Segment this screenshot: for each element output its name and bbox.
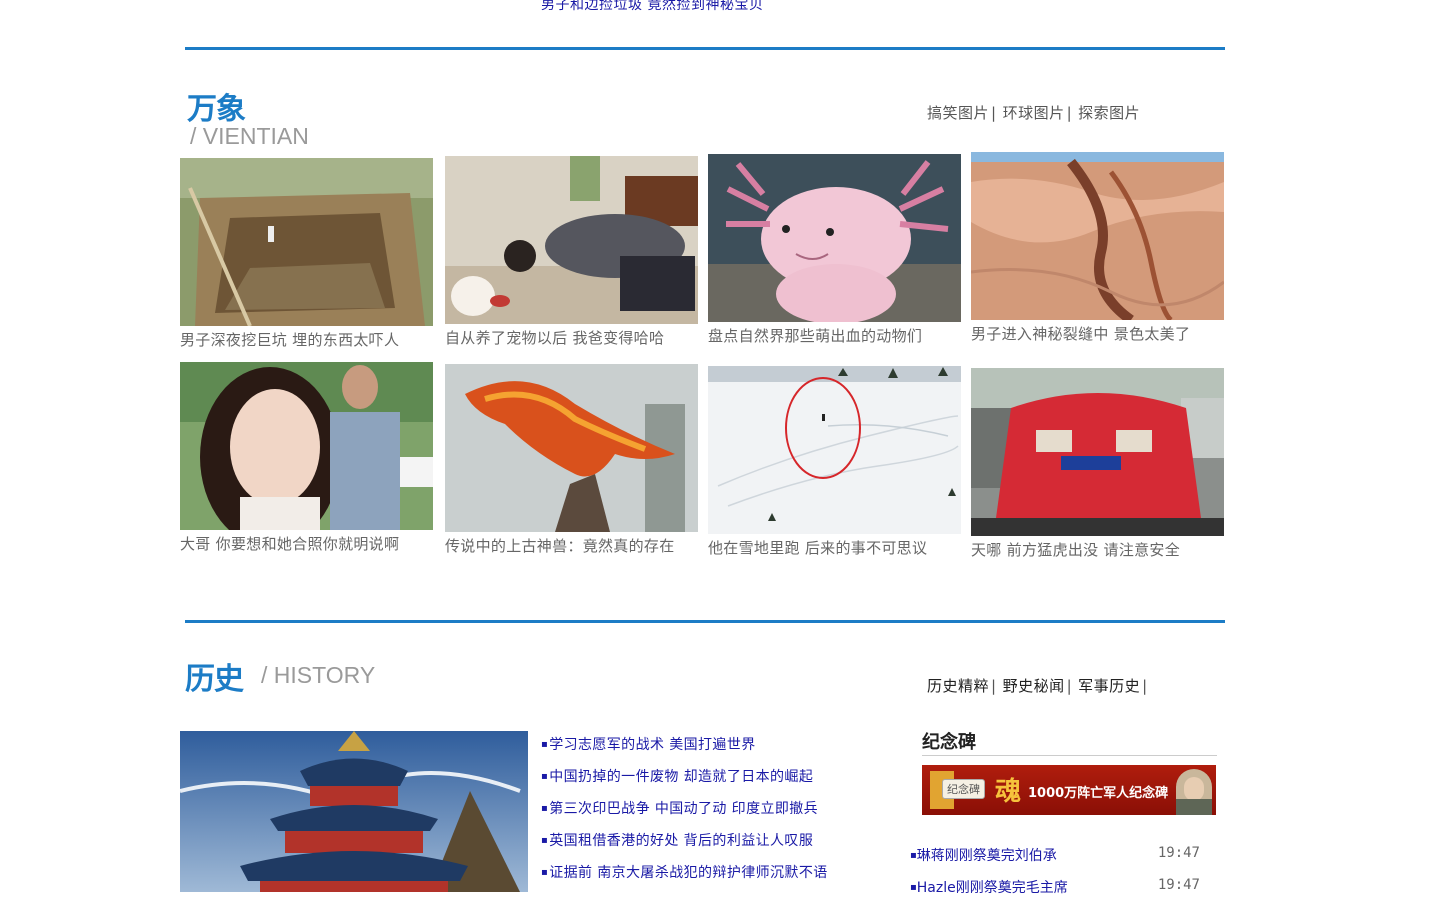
list-item[interactable]: ▪学习志愿军的战术 美国打遍世界 [541,733,828,765]
memorial-divider [922,755,1217,756]
caption-man-puppy[interactable]: 自从养了宠物以后 我爸变得哈哈 [445,327,664,348]
caption-snow[interactable]: 他在雪地里跑 后来的事不可思议 [708,537,927,558]
link-funny-pictures[interactable]: 搞笑图片 [927,104,989,122]
caption-dirt-pit[interactable]: 男子深夜挖巨坑 埋的东西太吓人 [180,329,399,350]
link-world-pictures[interactable]: 环球图片 [1003,104,1065,122]
red-car-photo[interactable] [971,368,1224,536]
link-history-essence[interactable]: 历史精粹 [927,677,989,695]
link-military-history[interactable]: 军事历史 [1078,677,1140,695]
vientian-subtitle: / VIENTIAN [190,123,309,149]
axolotl-photo[interactable] [708,154,961,322]
caption-selfie[interactable]: 大哥 你要想和她合照你就明说啊 [180,533,399,554]
vientian-title: 万象 [187,92,246,127]
caption-canyon[interactable]: 男子进入神秘裂缝中 景色太美了 [971,323,1190,344]
link-unofficial-history[interactable]: 野史秘闻 [1003,677,1065,695]
history-title: 历史 [185,662,244,697]
history-article-list: ▪学习志愿军的战术 美国打遍世界 ▪中国扔掉的一件废物 却造就了日本的崛起 ▪第… [541,733,828,893]
caption-dragon[interactable]: 传说中的上古神兽：竟然真的存在 [445,535,675,556]
dirt-pit-photo[interactable] [180,158,433,326]
section-divider [185,620,1225,623]
section-divider [185,47,1225,50]
caption-axolotl[interactable]: 盘点自然界那些萌出血的动物们 [708,325,922,346]
list-item[interactable]: ▪英国租借香港的好处 背后的利益让人叹服 [541,829,828,861]
top-headline-link[interactable]: 男子和边捡垃圾 竟然捡到神秘宝贝 [541,0,763,14]
memorial-title: 纪念碑 [922,732,976,753]
memorial-news-row[interactable]: ▪Hazle刚刚祭奠完毛主席 19:47 [910,877,1210,897]
history-category-links: 历史精粹 | 野史秘闻 | 军事历史 | [927,677,1148,695]
memorial-news-row[interactable]: ▪琳蒋刚刚祭奠完刘伯承 19:47 [910,845,1210,865]
snow-field-photo[interactable] [708,366,961,534]
canyon-crevice-photo[interactable] [971,152,1224,320]
selfie-photobomb-photo[interactable] [180,362,433,530]
banner-portrait [1176,769,1212,815]
temple-of-heaven-photo[interactable] [180,731,528,892]
banner-text: 1000万阵亡军人纪念碑 [1028,786,1169,801]
news-time: 19:47 [1157,877,1200,893]
link-explore-pictures[interactable]: 探索图片 [1078,104,1140,122]
banner-tag: 纪念碑 [942,779,985,799]
memorial-banner[interactable]: 纪念碑 魂 1000万阵亡军人纪念碑 [922,765,1216,815]
vientian-category-links: 搞笑图片 | 环球图片 | 探索图片 [927,104,1141,122]
list-item[interactable]: ▪中国扔掉的一件废物 却造就了日本的崛起 [541,765,828,797]
caption-red-car[interactable]: 天哪 前方猛虎出没 请注意安全 [971,539,1180,560]
news-time: 19:47 [1157,845,1200,861]
man-with-puppy-photo[interactable] [445,156,698,324]
list-item[interactable]: ▪第三次印巴战争 中国动了动 印度立即撤兵 [541,797,828,829]
list-item[interactable]: ▪证据前 南京大屠杀战犯的辩护律师沉默不语 [541,861,828,893]
history-subtitle: / HISTORY [261,662,376,688]
banner-soul-char: 魂 [995,777,1022,807]
fire-dragon-photo[interactable] [445,364,698,532]
